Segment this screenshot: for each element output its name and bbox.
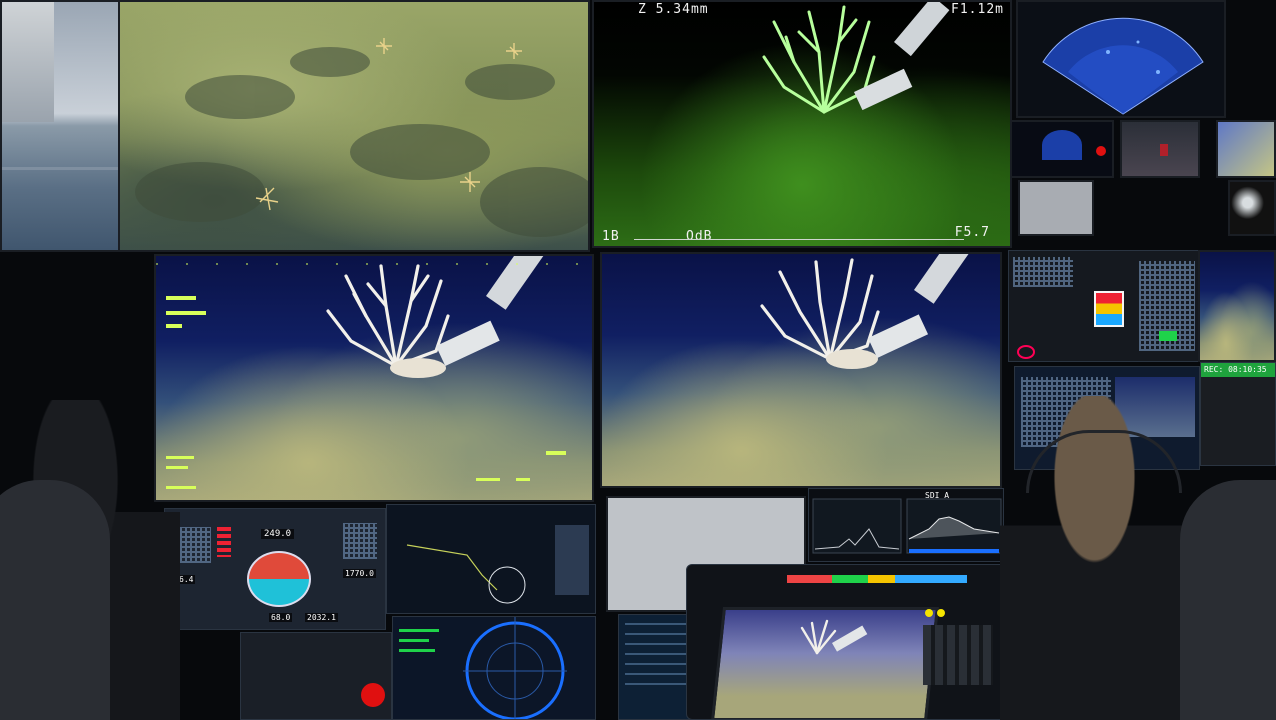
tablet-coral-icon bbox=[800, 619, 868, 655]
white-coral-illustration bbox=[156, 256, 592, 489]
red-light-icon bbox=[1160, 144, 1168, 156]
chair-back-left bbox=[0, 480, 110, 720]
hud-focus-readout: F1.12m bbox=[951, 2, 1004, 17]
recording-panel: REC: 08:10:35 bbox=[1200, 362, 1276, 466]
tile-seafloor-mini bbox=[1216, 120, 1276, 178]
tile-sonar-mini bbox=[1010, 120, 1114, 178]
camera-feed-coral-sampling-left bbox=[154, 254, 594, 502]
mini-sonar-icon bbox=[1042, 130, 1082, 160]
camera-feed-coral-sampling-clean bbox=[600, 252, 1002, 488]
red-indicator-bars bbox=[217, 527, 231, 557]
sonar-rings-icon bbox=[399, 617, 567, 719]
green-status-indicator bbox=[1159, 331, 1177, 341]
green-coral-illustration bbox=[762, 2, 950, 114]
right-seafloor-feed bbox=[1198, 250, 1276, 362]
track-map-plot bbox=[406, 525, 589, 604]
tile-control-room-cam bbox=[1120, 120, 1200, 178]
spectrum-panel: SDI A bbox=[808, 488, 1004, 562]
red-status-light bbox=[1017, 345, 1035, 359]
status-grid bbox=[1013, 257, 1073, 287]
sonar-ring-panel bbox=[392, 616, 596, 720]
yellow-button-2[interactable] bbox=[937, 609, 945, 617]
camera-feed-coral-closeup: Z 5.34mm F1.12m 1B OdB F5.7 bbox=[592, 0, 1012, 248]
rec-status-bar: REC: 08:10:35 bbox=[1201, 363, 1275, 377]
console-status-strip bbox=[787, 575, 967, 583]
hud-audio-level: OdB bbox=[686, 229, 713, 244]
navigation-console-left: 249.0 1770.0 6.4 68.0 2032.1 bbox=[164, 508, 386, 630]
readout-altitude: 68.0 bbox=[269, 613, 293, 622]
hud-bottom-line bbox=[634, 239, 964, 240]
hud-zoom-readout: Z 5.34mm bbox=[638, 2, 709, 17]
track-map-panel bbox=[386, 504, 596, 614]
yellow-button-1[interactable] bbox=[925, 609, 933, 617]
waveform-plot bbox=[812, 498, 1002, 554]
pilot-console-frame bbox=[686, 564, 1006, 720]
equipment-thumbnail bbox=[2, 2, 54, 122]
readout-depth: 1770.0 bbox=[343, 569, 376, 578]
readout-total: 2032.1 bbox=[305, 613, 338, 622]
white-coral-illustration-2 bbox=[760, 254, 972, 369]
hud-gain-left: 1B bbox=[602, 229, 620, 244]
vehicle-status-dashboard bbox=[1008, 250, 1200, 362]
red-alarm-button-icon bbox=[361, 683, 385, 707]
heading-grid-right bbox=[343, 523, 377, 559]
chair-back-right bbox=[1180, 480, 1276, 720]
camera-feed-seafloor-wide bbox=[118, 0, 590, 252]
heading-grid-left bbox=[175, 527, 211, 563]
tile-gray-blank bbox=[1018, 180, 1094, 236]
control-keypad[interactable] bbox=[923, 625, 993, 685]
attitude-ball-icon bbox=[247, 551, 311, 607]
hud-aperture: F5.7 bbox=[954, 225, 990, 240]
seafloor-texture bbox=[135, 38, 588, 237]
readout-heading: 249.0 bbox=[261, 529, 295, 539]
tile-dark-cam bbox=[1228, 180, 1276, 236]
sonar-fan-icon bbox=[1042, 17, 1204, 115]
lower-left-alarm-panel bbox=[240, 632, 392, 720]
sonar-display-monitor bbox=[1016, 0, 1226, 118]
red-record-dot-icon bbox=[1096, 146, 1106, 156]
attitude-gauge-icon bbox=[1094, 291, 1124, 327]
